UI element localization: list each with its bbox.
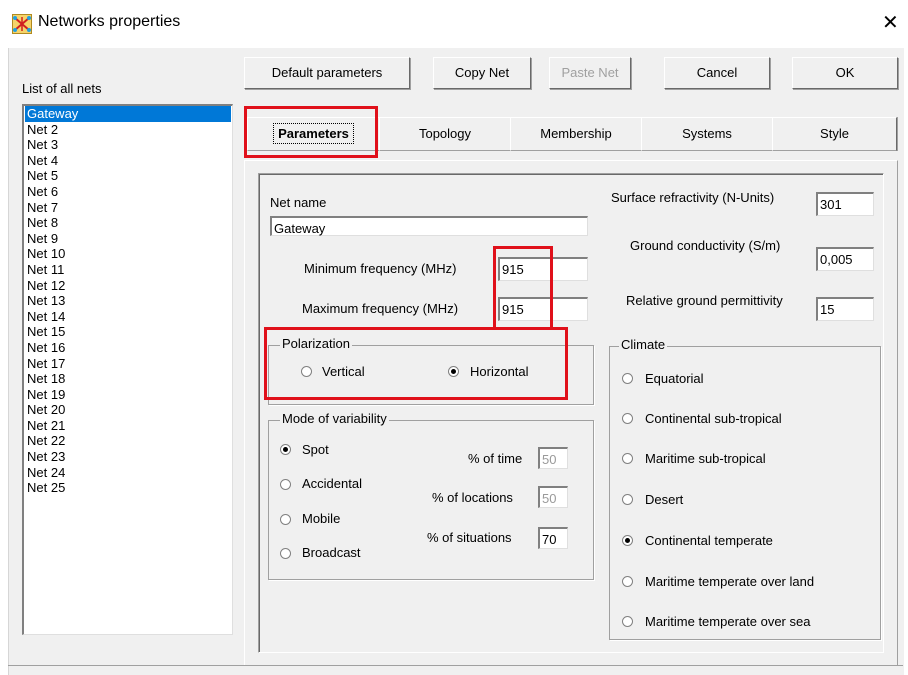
list-item[interactable]: Net 23 xyxy=(25,449,231,465)
list-item[interactable]: Net 2 xyxy=(25,122,231,138)
variability-mobile-label[interactable]: Mobile xyxy=(302,511,340,526)
list-item[interactable]: Net 9 xyxy=(25,231,231,247)
climate-option-radio[interactable] xyxy=(622,494,633,505)
default-parameters-button[interactable]: Default parameters xyxy=(244,57,410,89)
variability-broadcast-radio[interactable] xyxy=(280,548,291,559)
percent-situations-label: % of situations xyxy=(427,530,512,545)
list-item[interactable]: Net 5 xyxy=(25,168,231,184)
variability-spot-radio[interactable] xyxy=(280,444,291,455)
tab-membership[interactable]: Membership xyxy=(510,117,642,151)
list-item[interactable]: Net 25 xyxy=(25,480,231,496)
list-item[interactable]: Net 12 xyxy=(25,278,231,294)
climate-option-label[interactable]: Continental temperate xyxy=(645,533,773,548)
climate-option-radio[interactable] xyxy=(622,373,633,384)
climate-option-radio[interactable] xyxy=(622,413,633,424)
tab-style[interactable]: Style xyxy=(772,117,897,151)
variability-mobile-radio[interactable] xyxy=(280,514,291,525)
list-item[interactable]: Net 13 xyxy=(25,293,231,309)
variability-title: Mode of variability xyxy=(280,411,389,426)
climate-option-radio[interactable] xyxy=(622,616,633,627)
list-item[interactable]: Net 8 xyxy=(25,215,231,231)
list-item[interactable]: Net 24 xyxy=(25,465,231,481)
surface-refractivity-input[interactable]: 301 xyxy=(816,192,874,216)
variability-accidental-radio[interactable] xyxy=(280,479,291,490)
list-item[interactable]: Net 21 xyxy=(25,418,231,434)
list-item[interactable]: Net 14 xyxy=(25,309,231,325)
close-icon[interactable]: ✕ xyxy=(882,10,899,35)
highlight-box-tab xyxy=(244,106,378,158)
list-item[interactable]: Net 4 xyxy=(25,153,231,169)
percent-time-input[interactable]: 50 xyxy=(538,447,568,469)
climate-option-label[interactable]: Maritime temperate over land xyxy=(645,574,814,589)
tab-topology[interactable]: Topology xyxy=(379,117,511,151)
list-item[interactable]: Net 11 xyxy=(25,262,231,278)
list-item[interactable]: Net 22 xyxy=(25,433,231,449)
list-item[interactable]: Net 19 xyxy=(25,387,231,403)
list-item[interactable]: Net 7 xyxy=(25,200,231,216)
ground-permittivity-input[interactable]: 15 xyxy=(816,297,874,321)
list-label: List of all nets xyxy=(22,81,102,96)
dialog-bottom-edge xyxy=(8,665,903,666)
tab-systems[interactable]: Systems xyxy=(641,117,773,151)
net-name-input[interactable]: Gateway xyxy=(270,216,588,236)
ground-conductivity-label: Ground conductivity (S/m) xyxy=(630,238,781,253)
climate-option-label[interactable]: Maritime temperate over sea xyxy=(645,614,810,629)
ok-button[interactable]: OK xyxy=(792,57,898,89)
list-item[interactable]: Net 18 xyxy=(25,371,231,387)
max-frequency-label: Maximum frequency (MHz) xyxy=(302,301,459,316)
climate-option-radio[interactable] xyxy=(622,453,633,464)
climate-option-label[interactable]: Equatorial xyxy=(645,371,704,386)
percent-situations-input[interactable]: 70 xyxy=(538,527,568,549)
percent-locations-input[interactable]: 50 xyxy=(538,486,568,508)
climate-option-radio[interactable] xyxy=(622,535,633,546)
highlight-box-polarization xyxy=(264,327,568,400)
list-item[interactable]: Net 10 xyxy=(25,246,231,262)
climate-option-radio[interactable] xyxy=(622,576,633,587)
climate-option-label[interactable]: Continental sub-tropical xyxy=(645,411,782,426)
ground-conductivity-input[interactable]: 0,005 xyxy=(816,247,874,271)
cancel-button[interactable]: Cancel xyxy=(664,57,770,89)
ground-permittivity-label: Relative ground permittivity xyxy=(626,293,783,308)
min-frequency-label: Minimum frequency (MHz) xyxy=(304,261,457,276)
paste-net-button[interactable]: Paste Net xyxy=(549,57,631,89)
highlight-box-frequency xyxy=(493,246,553,330)
net-listbox[interactable]: Gateway Net 2 Net 3 Net 4 Net 5 Net 6 Net 7 Net… xyxy=(22,104,233,635)
climate-title: Climate xyxy=(619,337,668,352)
surface-refractivity-label: Surface refractivity (N-Units) xyxy=(611,190,775,205)
list-item[interactable]: Net 17 xyxy=(25,356,231,372)
climate-option-label[interactable]: Maritime sub-tropical xyxy=(645,451,766,466)
network-app-icon xyxy=(12,14,32,34)
copy-net-button[interactable]: Copy Net xyxy=(433,57,531,89)
climate-option-label[interactable]: Desert xyxy=(645,492,683,507)
list-item[interactable]: Net 15 xyxy=(25,324,231,340)
list-item[interactable]: Net 3 xyxy=(25,137,231,153)
window-title: Networks properties xyxy=(38,13,181,30)
list-item[interactable]: Net 16 xyxy=(25,340,231,356)
list-item[interactable]: Net 6 xyxy=(25,184,231,200)
list-item[interactable]: Net 20 xyxy=(25,402,231,418)
percent-locations-label: % of locations xyxy=(432,490,513,505)
net-name-label: Net name xyxy=(270,195,327,210)
variability-accidental-label[interactable]: Accidental xyxy=(302,476,362,491)
variability-spot-label[interactable]: Spot xyxy=(302,442,329,457)
variability-broadcast-label[interactable]: Broadcast xyxy=(302,545,361,560)
percent-time-label: % of time xyxy=(468,451,523,466)
list-item[interactable]: Gateway xyxy=(25,106,231,122)
